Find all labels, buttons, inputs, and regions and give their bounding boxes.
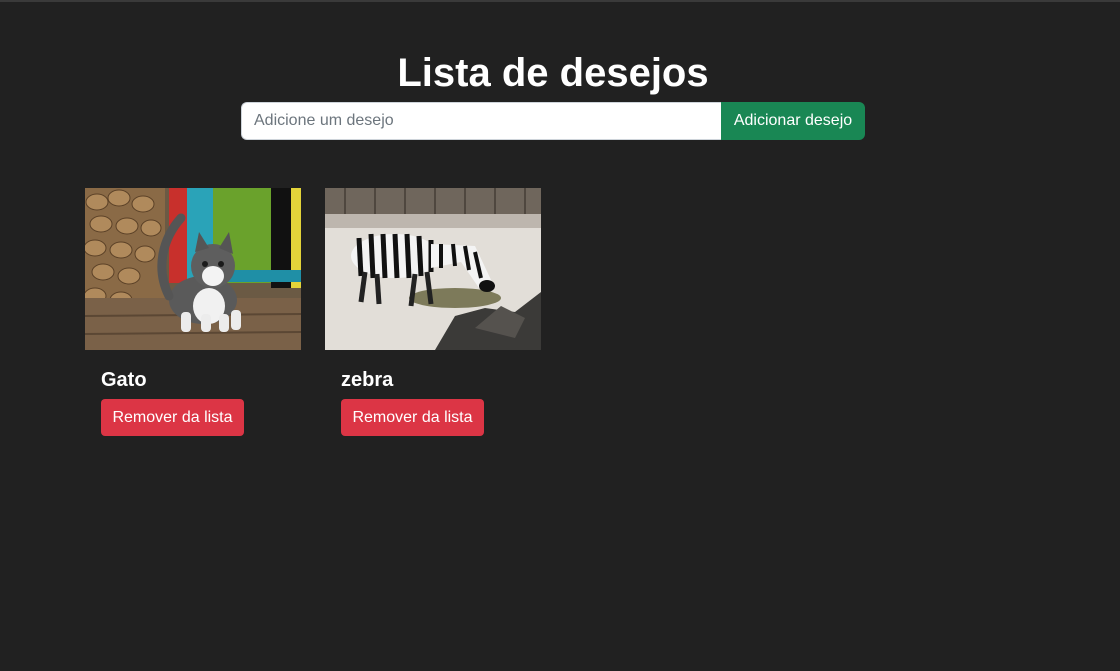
add-wish-form: Adicionar desejo — [241, 102, 865, 140]
wish-input[interactable] — [241, 102, 721, 140]
wish-card: zebra Remover da lista — [325, 188, 541, 436]
remove-wish-button[interactable]: Remover da lista — [101, 399, 244, 436]
zebra-image — [325, 188, 541, 350]
window-top-border — [0, 0, 1120, 2]
add-wish-button[interactable]: Adicionar desejo — [721, 102, 865, 140]
remove-wish-button[interactable]: Remover da lista — [341, 399, 484, 436]
wish-title: Gato — [101, 369, 147, 391]
wish-card: Gato Remover da lista — [85, 188, 301, 436]
page-title: Lista de desejos — [397, 51, 709, 95]
kitten-image — [85, 188, 301, 350]
wish-title: zebra — [341, 369, 394, 391]
